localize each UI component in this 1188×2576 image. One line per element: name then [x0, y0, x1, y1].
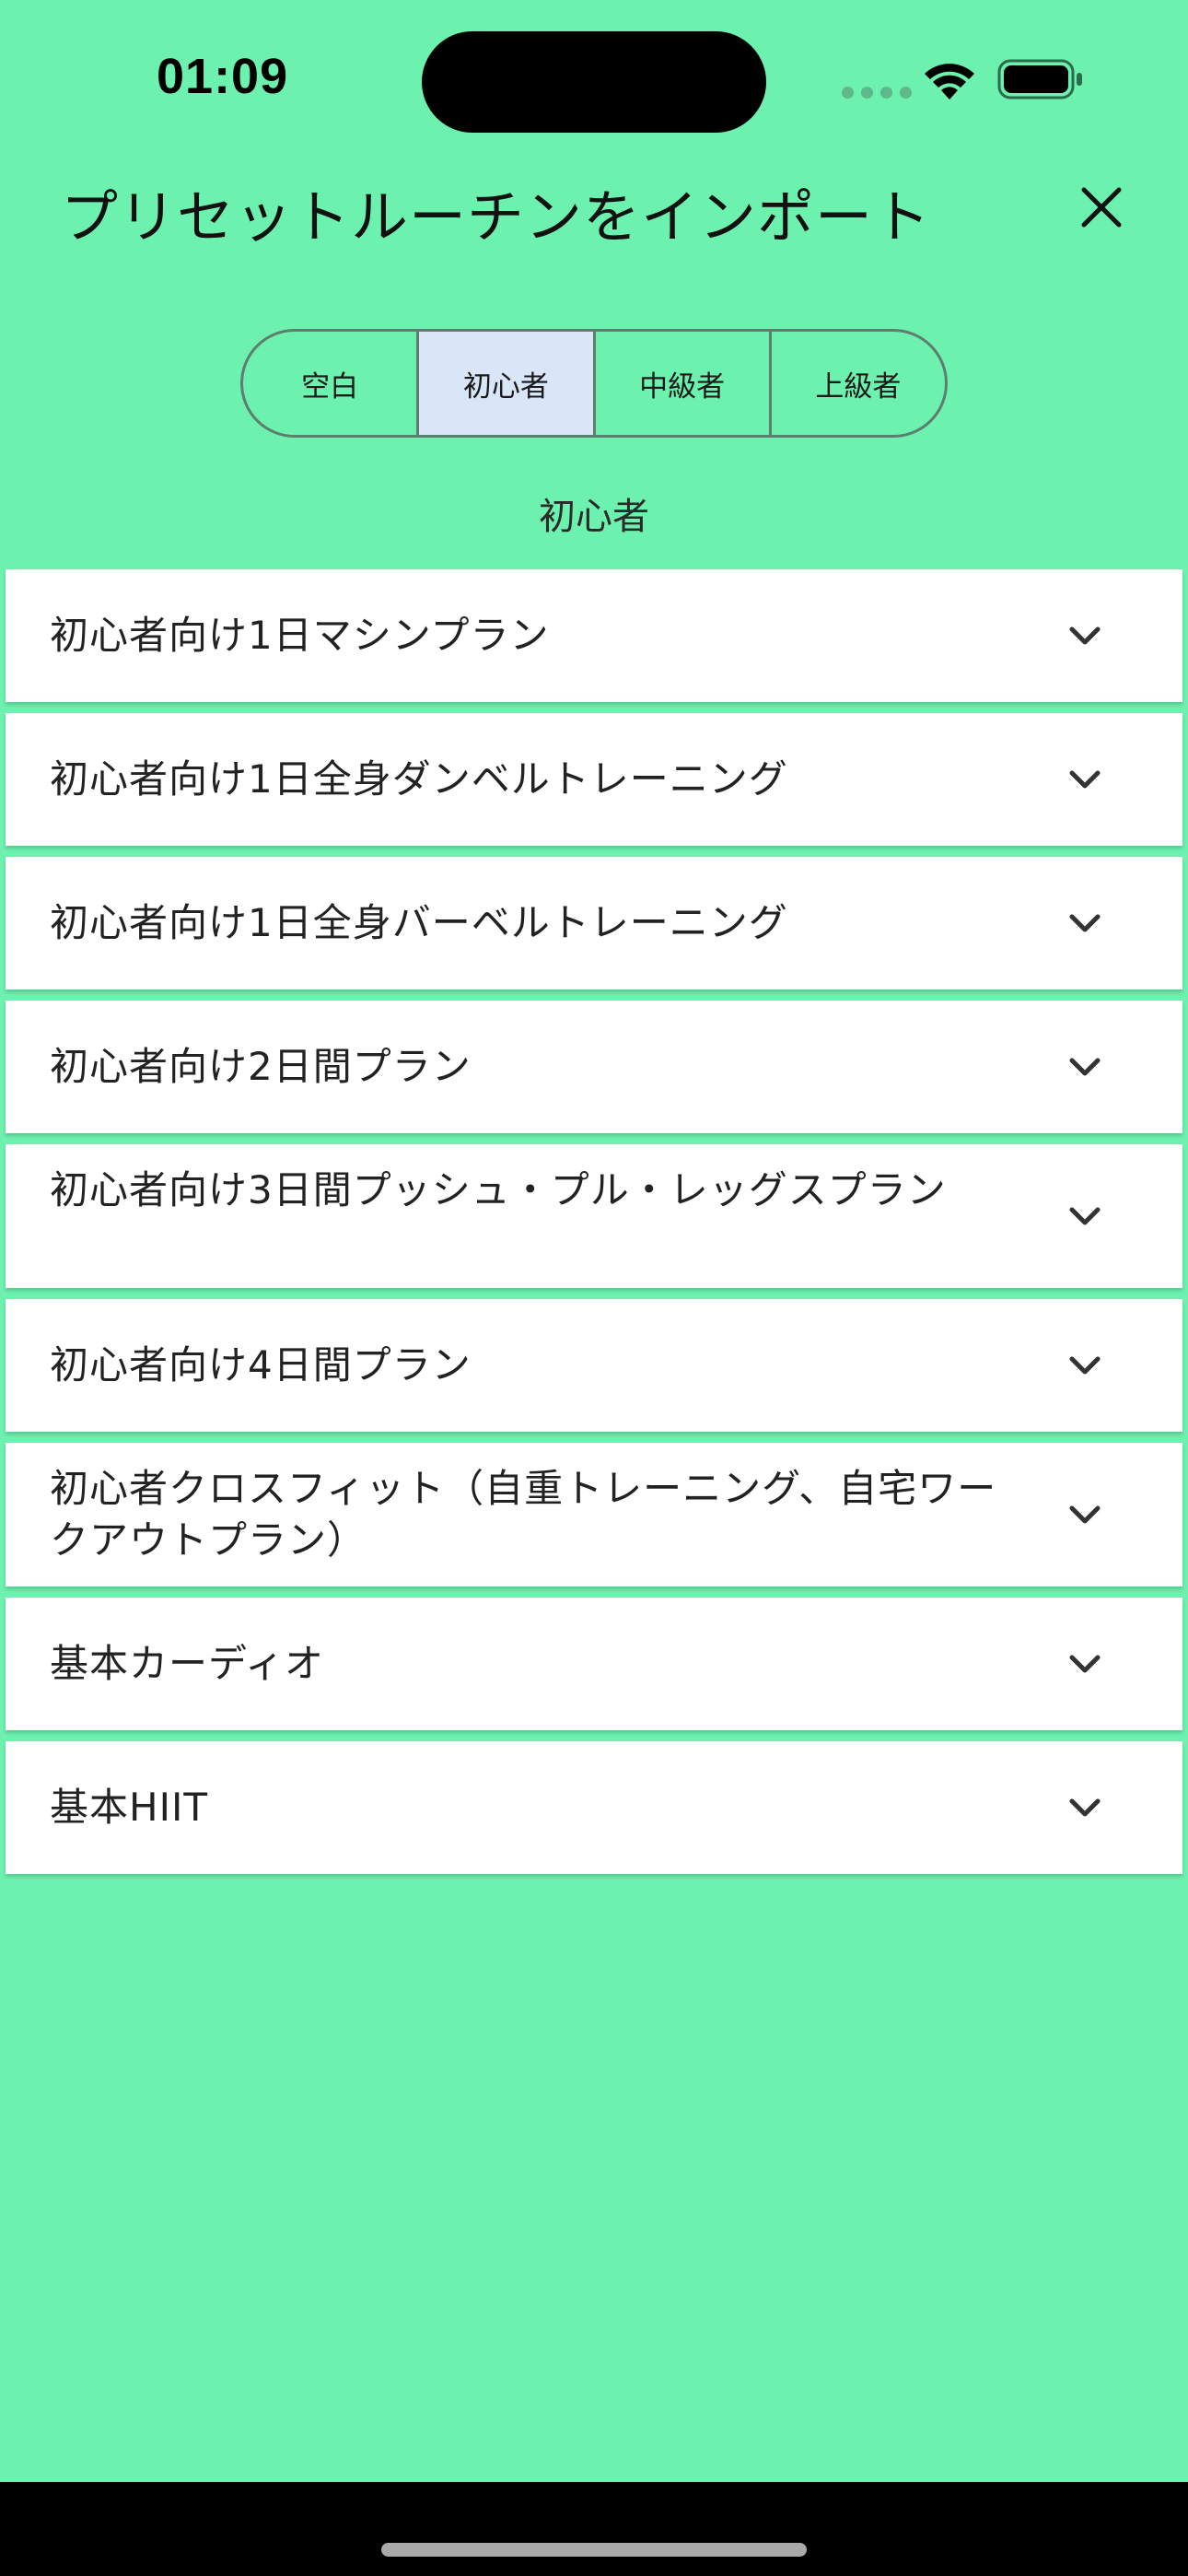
segment-intermediate[interactable]: 中級者: [596, 332, 772, 435]
segment-beginner[interactable]: 初心者: [419, 332, 596, 435]
close-button[interactable]: [1068, 174, 1135, 240]
chevron-down-icon: [1069, 1356, 1101, 1375]
level-segmented-control: 空白 初心者 中級者 上級者: [240, 329, 948, 438]
chevron-down-icon: [1069, 1655, 1101, 1673]
list-item-label: 初心者クロスフィット（自重トレーニング、自宅ワークアウトプラン）: [50, 1466, 997, 1563]
home-indicator[interactable]: [381, 2543, 807, 2557]
list-item-label: 初心者向け1日全身ダンベルトレーニング: [50, 756, 788, 802]
list-item-label: 基本HIIT: [50, 1785, 209, 1830]
chevron-down-icon: [1069, 1207, 1101, 1225]
chevron-down-icon: [1069, 626, 1101, 645]
header: プリセットルーチンをインポート: [0, 161, 1188, 272]
chevron-down-icon: [1069, 1505, 1101, 1524]
list-item[interactable]: 初心者向け1日全身ダンベルトレーニング: [6, 713, 1182, 846]
status-time: 01:09: [157, 49, 289, 104]
list-item[interactable]: 初心者向け1日全身バーベルトレーニング: [6, 857, 1182, 989]
list-item-label: 初心者向け4日間プラン: [50, 1342, 472, 1388]
cellular-signal-icon: [842, 87, 912, 99]
list-item-label: 初心者向け1日マシンプラン: [50, 613, 550, 658]
status-bar: 01:09: [0, 0, 1188, 161]
list-item-label: 初心者向け2日間プラン: [50, 1044, 472, 1089]
list-item[interactable]: 初心者クロスフィット（自重トレーニング、自宅ワークアウトプラン）: [6, 1443, 1182, 1587]
close-icon: [1081, 187, 1122, 228]
list-item[interactable]: 初心者向け1日マシンプラン: [6, 569, 1182, 702]
section-label: 初心者: [539, 496, 649, 538]
list-item-label: 初心者向け3日間プッシュ・プル・レッグスプラン: [50, 1167, 947, 1212]
chevron-down-icon: [1069, 1058, 1101, 1076]
wifi-icon: [925, 64, 974, 100]
bottom-bar: [0, 2482, 1188, 2576]
list-item[interactable]: 基本カーディオ: [6, 1598, 1182, 1730]
chevron-down-icon: [1069, 914, 1101, 932]
list-item[interactable]: 基本HIIT: [6, 1741, 1182, 1874]
segment-blank[interactable]: 空白: [243, 332, 420, 435]
chevron-down-icon: [1069, 1798, 1101, 1817]
list-item-label: 初心者向け1日全身バーベルトレーニング: [50, 900, 788, 945]
list-item[interactable]: 初心者向け3日間プッシュ・プル・レッグスプラン: [6, 1144, 1182, 1288]
page-title: プリセットルーチンをインポート: [61, 183, 932, 251]
list-item[interactable]: 初心者向け4日間プラン: [6, 1299, 1182, 1432]
battery-icon: [997, 59, 1082, 100]
list-item[interactable]: 初心者向け2日間プラン: [6, 1001, 1182, 1133]
chevron-down-icon: [1069, 770, 1101, 789]
segment-advanced[interactable]: 上級者: [772, 332, 945, 435]
list-item-label: 基本カーディオ: [50, 1641, 325, 1686]
dynamic-island: [422, 31, 766, 133]
